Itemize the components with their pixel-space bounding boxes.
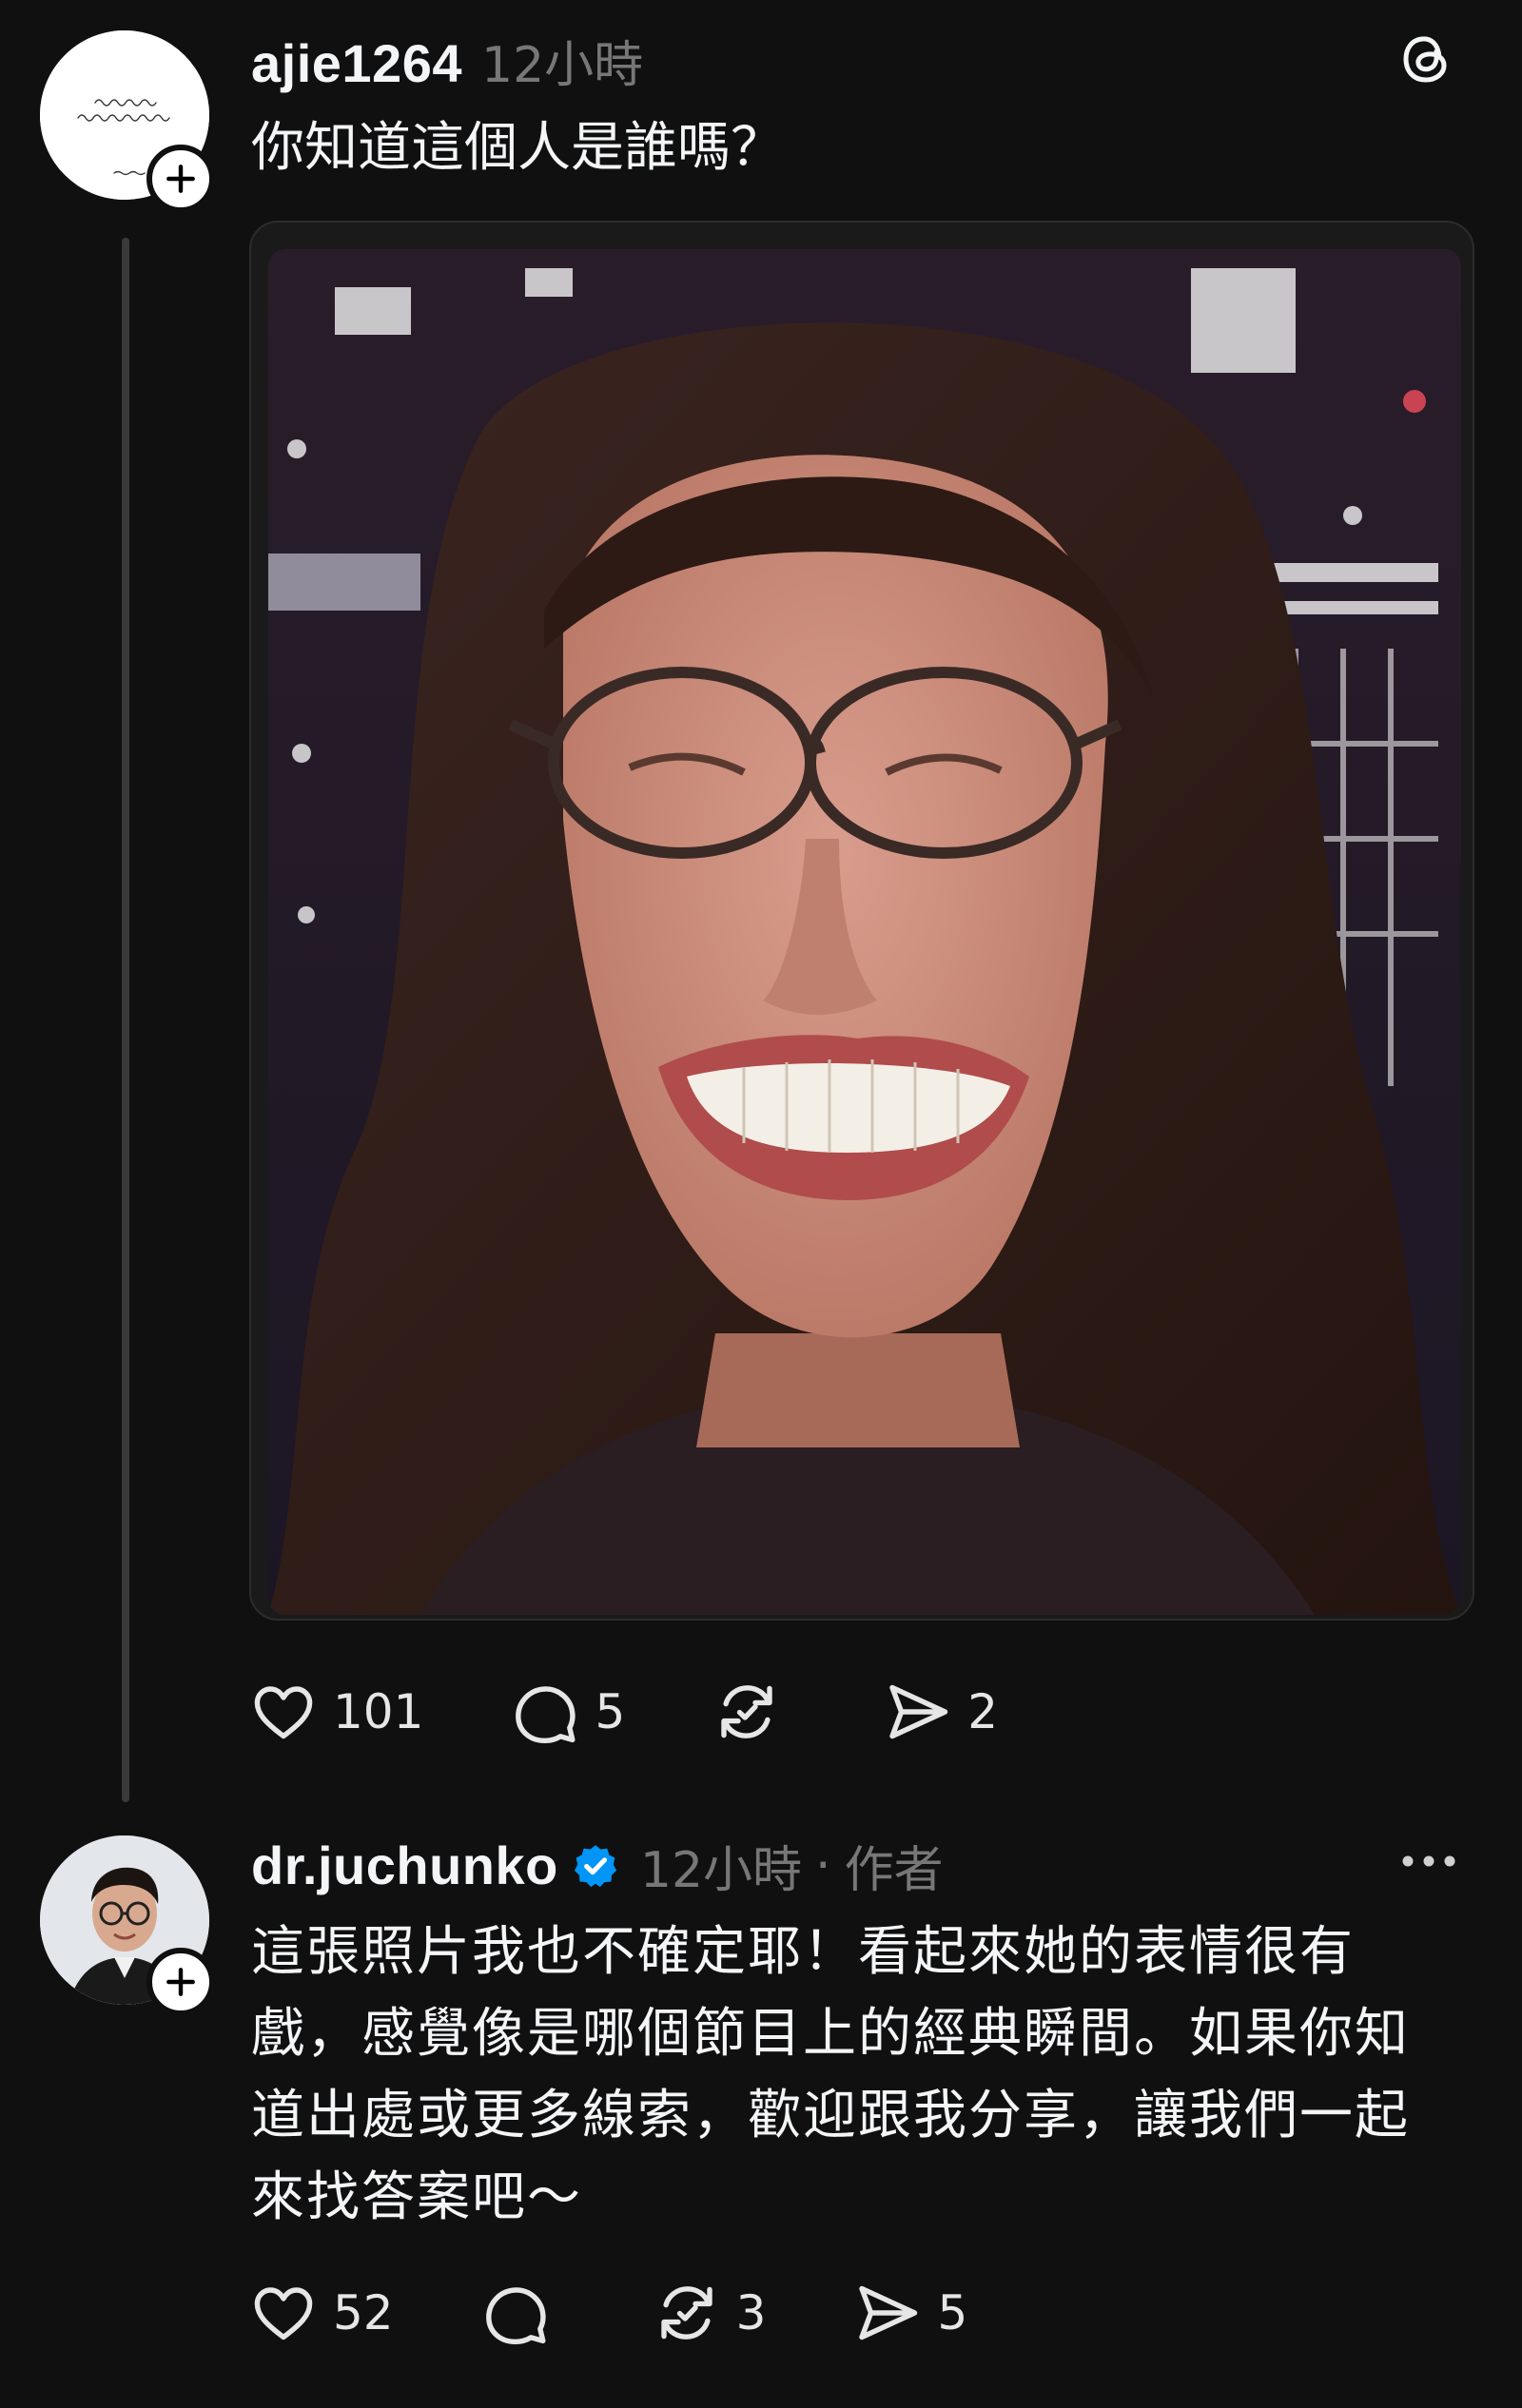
send-icon [889,1684,948,1739]
like-button[interactable]: 101 [249,1678,423,1746]
reply-line: 來找答案吧～ [251,2166,582,2228]
reply-header: dr.juchunko 12小時 · 作者 [251,1830,944,1901]
person-photo [268,249,1461,1615]
follow-button[interactable] [146,145,215,213]
post-timestamp: 12小時 [480,37,644,94]
thread-connector-line [122,238,129,1802]
plus-icon [166,165,195,193]
reply-actions: 52 3 5 [249,2279,967,2347]
reply-line: 道出處或更多線索，歡迎跟我分享，讓我們一起 [251,2085,1410,2146]
repost-button[interactable] [712,1678,796,1746]
share-count-reply: 5 [937,2285,968,2340]
share-count: 2 [967,1684,999,1739]
meta-separator: · [815,1836,831,1894]
heart-icon [254,2287,313,2340]
repost-button-reply[interactable]: 3 [653,2279,767,2347]
reply-button[interactable]: 5 [511,1678,625,1746]
repost-icon [721,1685,772,1738]
author-tag: 作者 [844,1842,944,1899]
like-count-reply: 52 [333,2285,394,2340]
comment-icon [516,1686,576,1744]
reply-text: 這張照片我也不確定耶！看起來她的表情很有 戲，感覺像是哪個節目上的經典瞬間。如果… [251,1912,1478,2239]
reply-line: 這張照片我也不確定耶！看起來她的表情很有 [251,1921,1355,1983]
comment-icon [485,2287,546,2345]
more-horizontal-icon[interactable] [1395,1837,1463,1885]
repost-count-reply: 3 [735,2285,767,2340]
repost-icon [660,2286,712,2340]
like-count: 101 [333,1684,424,1739]
heart-icon [254,1686,313,1739]
reply-count: 5 [595,1684,626,1739]
post-text: 你知道這個人是誰嗎？ [251,117,784,179]
like-button-reply[interactable]: 52 [249,2279,394,2347]
send-icon [859,2285,918,2340]
reply-timestamp: 12小時 [639,1842,803,1899]
verified-badge-icon [574,1844,616,1887]
threads-logo-icon[interactable] [1396,29,1457,89]
reply-username[interactable]: dr.juchunko [251,1835,558,1896]
plus-icon [166,1968,195,1996]
share-button-reply[interactable]: 5 [853,2279,967,2347]
follow-button-reply[interactable] [146,1948,215,2016]
post-header: ajie1264 12小時 [251,25,643,96]
reply-line: 戲，感覺像是哪個節目上的經典瞬間。如果你知 [251,2003,1410,2065]
share-button[interactable]: 2 [884,1678,998,1746]
reply-button-reply[interactable] [481,2279,565,2347]
post-actions: 101 5 2 [249,1678,998,1746]
post-username[interactable]: ajie1264 [251,32,462,94]
post-photo[interactable] [268,249,1461,1615]
